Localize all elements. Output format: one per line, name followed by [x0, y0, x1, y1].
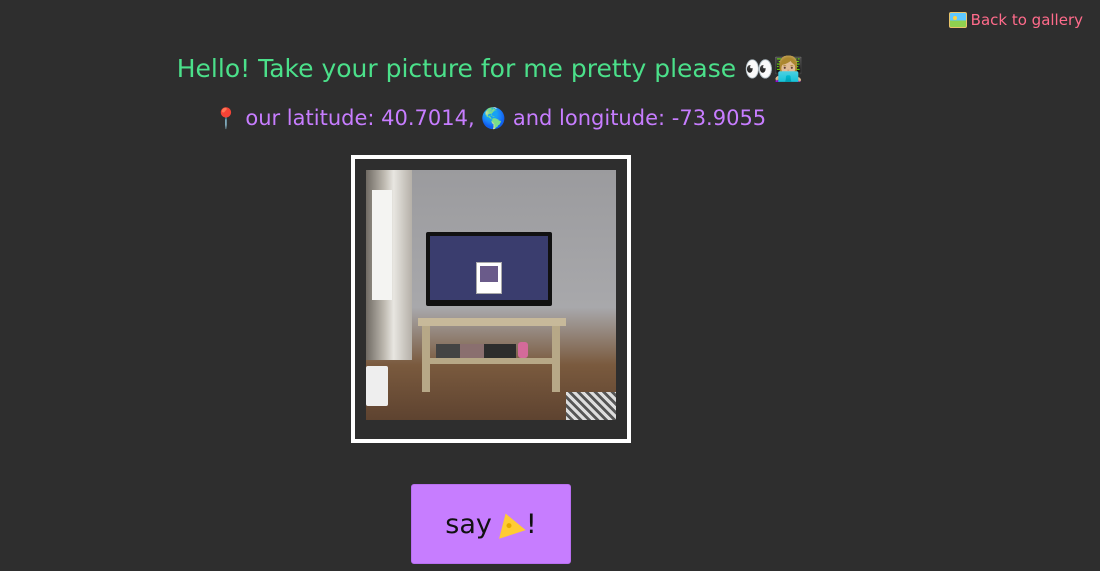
pin-icon: 📍: [213, 106, 239, 130]
back-to-gallery-link[interactable]: Back to gallery: [948, 11, 1083, 29]
framed-picture-icon: [948, 12, 967, 28]
page-title: Hello! Take your picture for me pretty p…: [0, 54, 980, 83]
longitude-label: and longitude:: [512, 106, 672, 130]
headline-text: Hello! Take your picture for me pretty p…: [176, 54, 737, 83]
preview-books: [436, 344, 516, 358]
latitude-value: 40.7014,: [381, 106, 475, 130]
preview-pink-object: [518, 342, 528, 358]
camera-preview: [366, 170, 616, 420]
globe-icon: 🌎: [481, 106, 507, 130]
camera-page: Back to gallery Hello! Take your picture…: [0, 0, 1100, 571]
say-cheese-button[interactable]: say !: [411, 484, 571, 564]
preview-cup: [366, 366, 388, 406]
back-to-gallery-label: Back to gallery: [970, 11, 1083, 29]
preview-rug: [566, 392, 616, 420]
preview-shelf: [428, 358, 554, 364]
camera-frame: [351, 155, 631, 443]
preview-table-top: [418, 318, 566, 326]
cheese-icon: [492, 509, 526, 539]
longitude-value: -73.9055: [671, 106, 767, 130]
latitude-label: our latitude:: [245, 106, 382, 130]
eyes-woman-technologist-icon: 👀👩🏼‍💻: [744, 55, 804, 83]
say-suffix: !: [525, 508, 537, 540]
location-readout: 📍 our latitude: 40.7014, 🌎 and longitude…: [0, 106, 980, 130]
preview-tv-inner-frame: [476, 262, 502, 294]
preview-door: [372, 190, 392, 300]
say-label: say: [445, 508, 492, 540]
